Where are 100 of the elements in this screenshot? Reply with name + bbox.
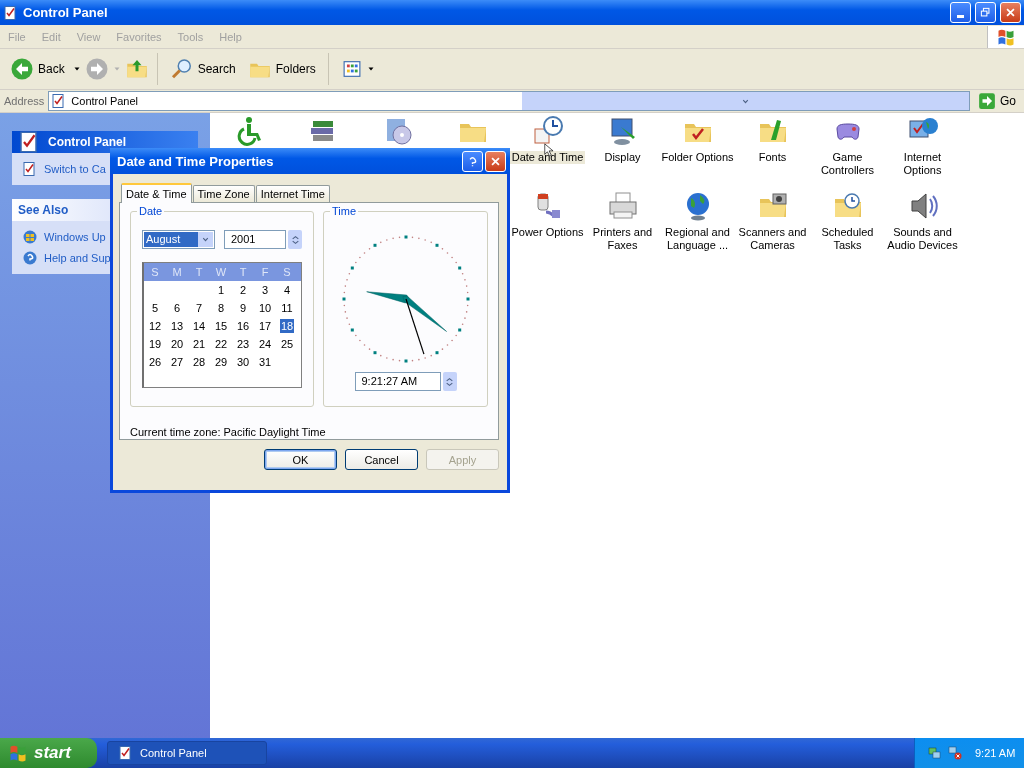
grid-view-icon [340, 60, 363, 78]
calendar-day[interactable]: 14 [191, 319, 207, 333]
calendar-day[interactable]: 6 [172, 301, 182, 315]
address-field[interactable]: Control Panel [48, 91, 970, 111]
tab[interactable]: Time Zone [192, 185, 255, 202]
year-field[interactable]: 2001 [224, 230, 286, 249]
folders-button[interactable]: Folders [243, 55, 320, 83]
applet-label[interactable]: Fonts [735, 151, 810, 164]
calendar-day[interactable]: 1 [216, 283, 226, 297]
spin-button[interactable] [442, 372, 457, 391]
applet-label[interactable]: Game Controllers [810, 151, 885, 177]
taskbar-button[interactable]: Control Panel [107, 741, 267, 765]
applet-label[interactable]: Scheduled Tasks [810, 226, 885, 252]
clock-text: 9:21 AM [975, 747, 1016, 759]
dialog-title: Date and Time Properties [117, 153, 275, 169]
month-dropdown[interactable]: August [142, 230, 215, 249]
calendar-day[interactable]: 19 [147, 337, 163, 351]
applet-label[interactable]: Display [585, 151, 660, 164]
applet-label[interactable]: Sounds and Audio Devices [885, 226, 960, 252]
calendar-day[interactable]: 22 [213, 337, 229, 351]
calendar-day[interactable]: 20 [169, 337, 185, 351]
calendar-day[interactable]: 31 [257, 355, 273, 369]
help-icon [22, 250, 38, 266]
calendar-day[interactable]: 11 [280, 301, 294, 315]
network-error-icon[interactable] [947, 745, 963, 761]
start-button[interactable]: start [0, 738, 97, 768]
window-icon [3, 4, 19, 21]
tab[interactable]: Internet Time [255, 185, 330, 202]
calendar-day[interactable]: 27 [169, 355, 185, 369]
weekday-label: S [150, 266, 160, 278]
calendar-day[interactable]: 4 [282, 283, 292, 297]
minimize-button[interactable] [950, 2, 971, 23]
minimize-icon [957, 15, 964, 18]
control-panel-icon [118, 745, 134, 761]
go-button[interactable]: Go [974, 91, 1020, 111]
calendar-day[interactable]: 25 [279, 337, 295, 351]
panel-title: See Also [18, 203, 69, 217]
calendar-day[interactable]: 3 [260, 283, 270, 297]
time-zone-text: Current time zone: Pacific Daylight Time [130, 426, 327, 438]
calendar-day[interactable]: 30 [235, 355, 251, 369]
weekday-label: T [238, 266, 248, 278]
applet-label[interactable]: Regional and Language ... [660, 226, 735, 252]
applet-label[interactable]: Printers and Faxes [585, 226, 660, 252]
caret-icon[interactable] [72, 65, 81, 73]
address-label: Address [4, 95, 45, 107]
calendar-day[interactable]: 7 [194, 301, 204, 315]
help-icon [467, 154, 478, 168]
time-field[interactable]: 9:21:27 AM [354, 372, 441, 391]
close-icon [1005, 7, 1016, 18]
close-button[interactable] [485, 150, 506, 172]
calendar-day[interactable]: 16 [235, 319, 251, 333]
windows-flag-icon [22, 229, 38, 245]
weekday-label: F [260, 266, 270, 278]
calendar-day[interactable]: 5 [150, 301, 160, 315]
network-icon[interactable] [927, 745, 943, 761]
weekday-label: M [171, 266, 183, 278]
calendar-day[interactable]: 29 [213, 355, 229, 369]
caret-icon [366, 65, 375, 73]
spin-button[interactable] [288, 230, 302, 249]
restore-button[interactable] [975, 2, 996, 23]
calendar-day[interactable]: 23 [235, 337, 251, 351]
calendar-day[interactable]: 15 [213, 319, 229, 333]
calendar-day[interactable]: 8 [216, 301, 226, 315]
applet-label[interactable]: Internet Options [885, 151, 960, 177]
calendar-day[interactable]: 10 [257, 301, 273, 315]
applet-label[interactable]: Folder Options [660, 151, 735, 164]
weekday-label: W [214, 266, 228, 278]
group-label: Date [137, 205, 165, 217]
calendar-day[interactable]: 21 [191, 337, 207, 351]
dialog-button[interactable]: Cancel [345, 449, 418, 470]
help-button[interactable] [462, 150, 483, 172]
calendar-day[interactable]: 28 [191, 355, 207, 369]
window-title: Control Panel [23, 5, 109, 20]
applet-label[interactable]: Date and Time [510, 151, 585, 164]
weekday-label: S [282, 266, 292, 278]
clock-icon[interactable] [531, 115, 564, 147]
back-button[interactable]: Back [6, 55, 69, 83]
search-button[interactable]: Search [165, 55, 240, 83]
calendar-day[interactable]: 17 [257, 319, 273, 333]
calendar-day[interactable]: 2 [238, 283, 248, 297]
calendar-day[interactable]: 13 [169, 319, 185, 333]
close-button[interactable] [1000, 2, 1021, 23]
weekday-label: T [194, 266, 204, 278]
group-label: Time [330, 205, 359, 217]
task-link[interactable]: Switch to Ca [44, 163, 106, 175]
calendar-day[interactable]: 18 [279, 319, 295, 333]
task-link[interactable]: Help and Sup [44, 252, 111, 264]
task-link[interactable]: Windows Up [44, 231, 106, 243]
panel-title: Control Panel [48, 135, 126, 149]
calendar-day[interactable]: 12 [147, 319, 163, 333]
restore-icon [980, 7, 991, 18]
tab[interactable]: Date & Time [121, 183, 192, 203]
calendar-day[interactable]: 26 [147, 355, 163, 369]
printer-icon[interactable] [606, 190, 639, 222]
applet-label[interactable]: Power Options [510, 226, 585, 239]
dialog-button[interactable]: OK [264, 449, 337, 470]
calendar-day[interactable]: 9 [238, 301, 248, 315]
close-icon [490, 155, 501, 167]
applet-label[interactable]: Scanners and Cameras [735, 226, 810, 252]
calendar-day[interactable]: 24 [257, 337, 273, 351]
